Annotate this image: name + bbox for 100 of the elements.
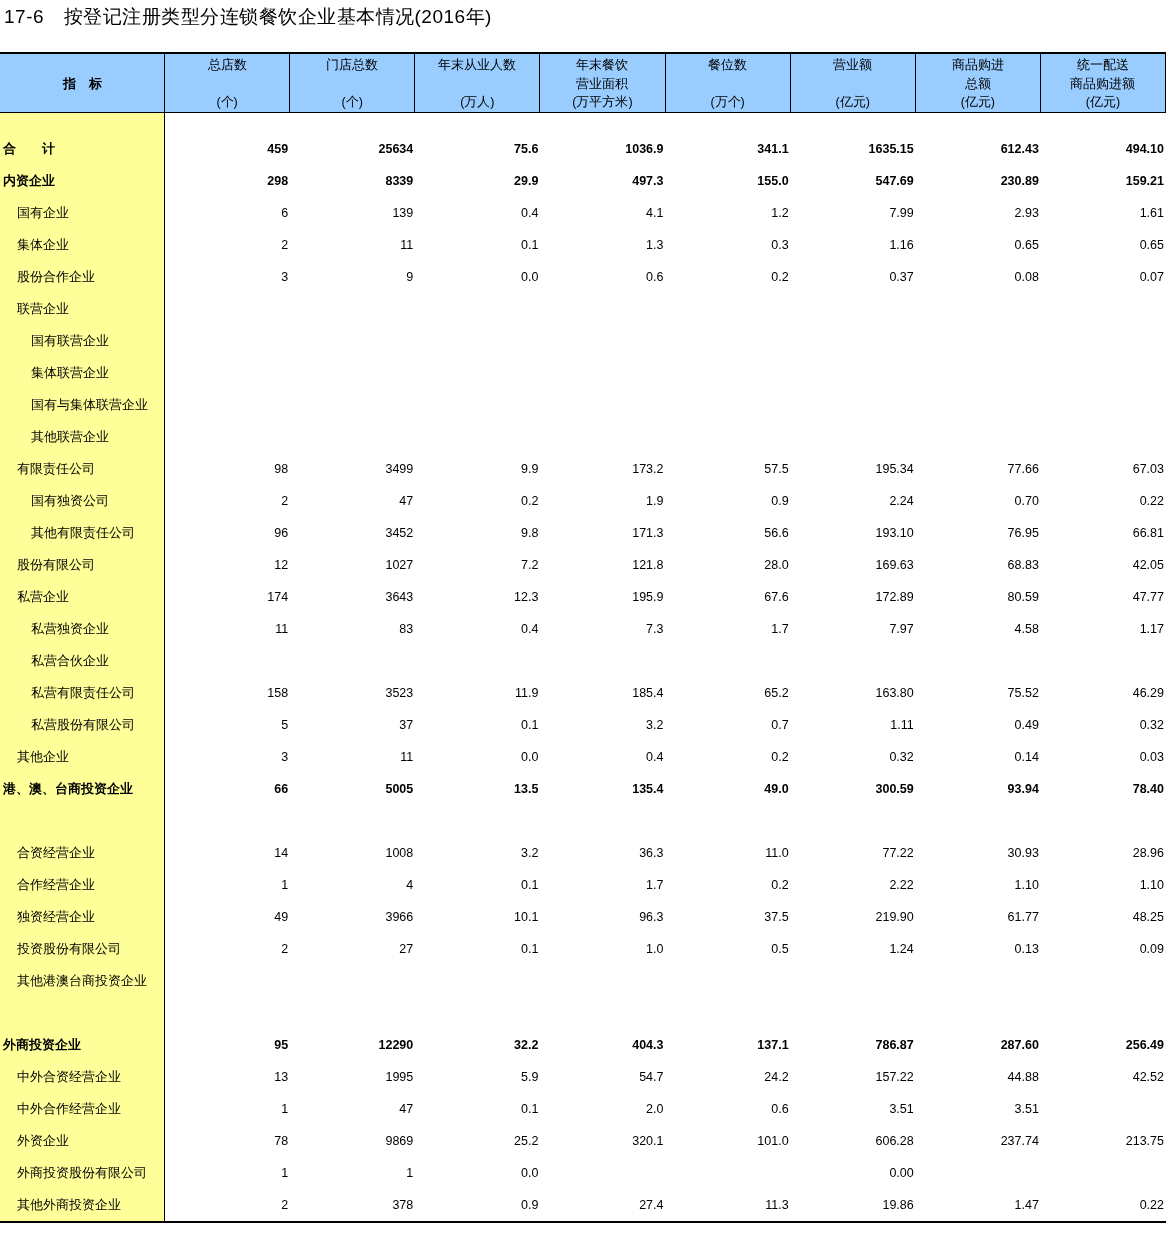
table-cell: 1008: [385, 846, 414, 860]
row-header: 指 标: [0, 54, 165, 113]
table-cell: 3: [281, 270, 289, 284]
table-cell: 1: [281, 878, 289, 892]
table-cell: 5.9: [521, 1070, 539, 1084]
table-cell: 37.5: [764, 910, 789, 924]
table-cell: 0.65: [1014, 238, 1039, 252]
table-cell: 1027: [385, 558, 414, 572]
table-cell: 14: [274, 846, 289, 860]
row-label: 外商投资股份有限公司: [0, 1157, 165, 1189]
table-cell: 171.3: [632, 526, 664, 540]
table-cell: 0.0: [521, 1166, 539, 1180]
row-label: 有限责任公司: [0, 453, 165, 485]
table-cell: 6: [281, 206, 289, 220]
table-cell: 9.8: [521, 526, 539, 540]
table-cell: 49.0: [764, 782, 789, 796]
table-cell: 3.51: [1014, 1102, 1039, 1116]
table-cell: 11.0: [765, 846, 789, 860]
table-cell: 8339: [385, 174, 414, 188]
table-cell: 0.49: [1014, 718, 1039, 732]
table-cell: 0.13: [1014, 942, 1039, 956]
table-cell: 12290: [378, 1038, 414, 1052]
row-label: 其他外商投资企业: [0, 1189, 165, 1221]
table-cell: 80.59: [1007, 590, 1039, 604]
table-cell: 0.1: [521, 1102, 539, 1116]
table-cell: 163.80: [875, 686, 914, 700]
table-cell: 2: [281, 238, 289, 252]
table-cell: 1635.15: [868, 142, 914, 156]
table-cell: 5005: [385, 782, 414, 796]
table-cell: 0.32: [1139, 718, 1164, 732]
row-label: 独资经营企业: [0, 901, 165, 933]
table-cell: 404.3: [632, 1038, 664, 1052]
table-cell: 1036.9: [625, 142, 664, 156]
table-cell: 0.9: [521, 1198, 539, 1212]
table-cell: 0.08: [1014, 270, 1039, 284]
table-cell: 4.1: [646, 206, 664, 220]
row-label: 其他企业: [0, 741, 165, 773]
table-cell: 0.4: [646, 750, 664, 764]
table-cell: 7.99: [889, 206, 914, 220]
table-cell: 47: [399, 494, 414, 508]
row-label: 国有与集体联营企业: [0, 389, 165, 421]
row-label: 中外合资经营企业: [0, 1061, 165, 1093]
table-cell: 3523: [385, 686, 414, 700]
table-cell: 11.3: [765, 1198, 789, 1212]
column-header: 门店总数 (个): [290, 54, 416, 113]
table-cell: 49: [274, 910, 289, 924]
table-cell: 256.49: [1125, 1038, 1164, 1052]
table-cell: 0.14: [1014, 750, 1039, 764]
table-cell: 48.25: [1132, 910, 1164, 924]
table-cell: 135.4: [632, 782, 664, 796]
table-cell: 4.58: [1014, 622, 1039, 636]
table-cell: 3966: [385, 910, 414, 924]
column-header: 商品购进 总额 (亿元): [915, 54, 1041, 113]
table-cell: 1.2: [771, 206, 789, 220]
table-cell: 0.9: [771, 494, 789, 508]
table-cell: 2: [281, 494, 289, 508]
table-cell: 67.03: [1132, 462, 1164, 476]
table-cell: 497.3: [632, 174, 664, 188]
table-cell: 3499: [385, 462, 414, 476]
table-cell: 9.9: [521, 462, 539, 476]
table-cell: 341.1: [757, 142, 789, 156]
table-cell: 47.77: [1132, 590, 1164, 604]
table-cell: 0.09: [1139, 942, 1164, 956]
table-cell: 4: [406, 878, 414, 892]
table-cell: 27.4: [639, 1198, 664, 1212]
column-header: 总店数 (个): [165, 54, 291, 113]
table-cell: 25.2: [514, 1134, 539, 1148]
table-cell: 83: [399, 622, 414, 636]
table-cell: 7.97: [889, 622, 914, 636]
row-label: 私营企业: [0, 581, 165, 613]
table-cell: 75.6: [514, 142, 539, 156]
table-cell: 612.43: [1000, 142, 1039, 156]
row-label: 合作经营企业: [0, 869, 165, 901]
table-cell: 0.0: [521, 750, 539, 764]
table-cell: 195.9: [632, 590, 664, 604]
table-cell: 11.9: [514, 686, 539, 700]
table-cell: 606.28: [875, 1134, 914, 1148]
table-cell: 0.00: [889, 1166, 914, 1180]
table-cell: 230.89: [1000, 174, 1039, 188]
row-label: 其他联营企业: [0, 421, 165, 453]
table-cell: 0.2: [771, 270, 789, 284]
column-header: 年末从业人数 (万人): [415, 54, 541, 113]
table-cell: 5: [281, 718, 289, 732]
table-cell: 0.3: [771, 238, 789, 252]
row-label: 联营企业: [0, 293, 165, 325]
table-cell: 1: [281, 1102, 289, 1116]
table-cell: 95: [274, 1038, 289, 1052]
table-cell: 298: [267, 174, 289, 188]
table-cell: 93.94: [1007, 782, 1039, 796]
table-cell: 1: [406, 1166, 414, 1180]
table-cell: 12.3: [514, 590, 539, 604]
table-cell: 0.4: [521, 206, 539, 220]
row-label: 国有企业: [0, 197, 165, 229]
table-cell: 77.66: [1007, 462, 1039, 476]
column-header: 统一配送 商品购进额 (亿元): [1040, 54, 1166, 113]
table-cell: 37: [399, 718, 414, 732]
table-cell: 0.2: [521, 494, 539, 508]
table-cell: 0.1: [521, 238, 539, 252]
row-label: 合资经营企业: [0, 837, 165, 869]
table-cell: 320.1: [632, 1134, 664, 1148]
